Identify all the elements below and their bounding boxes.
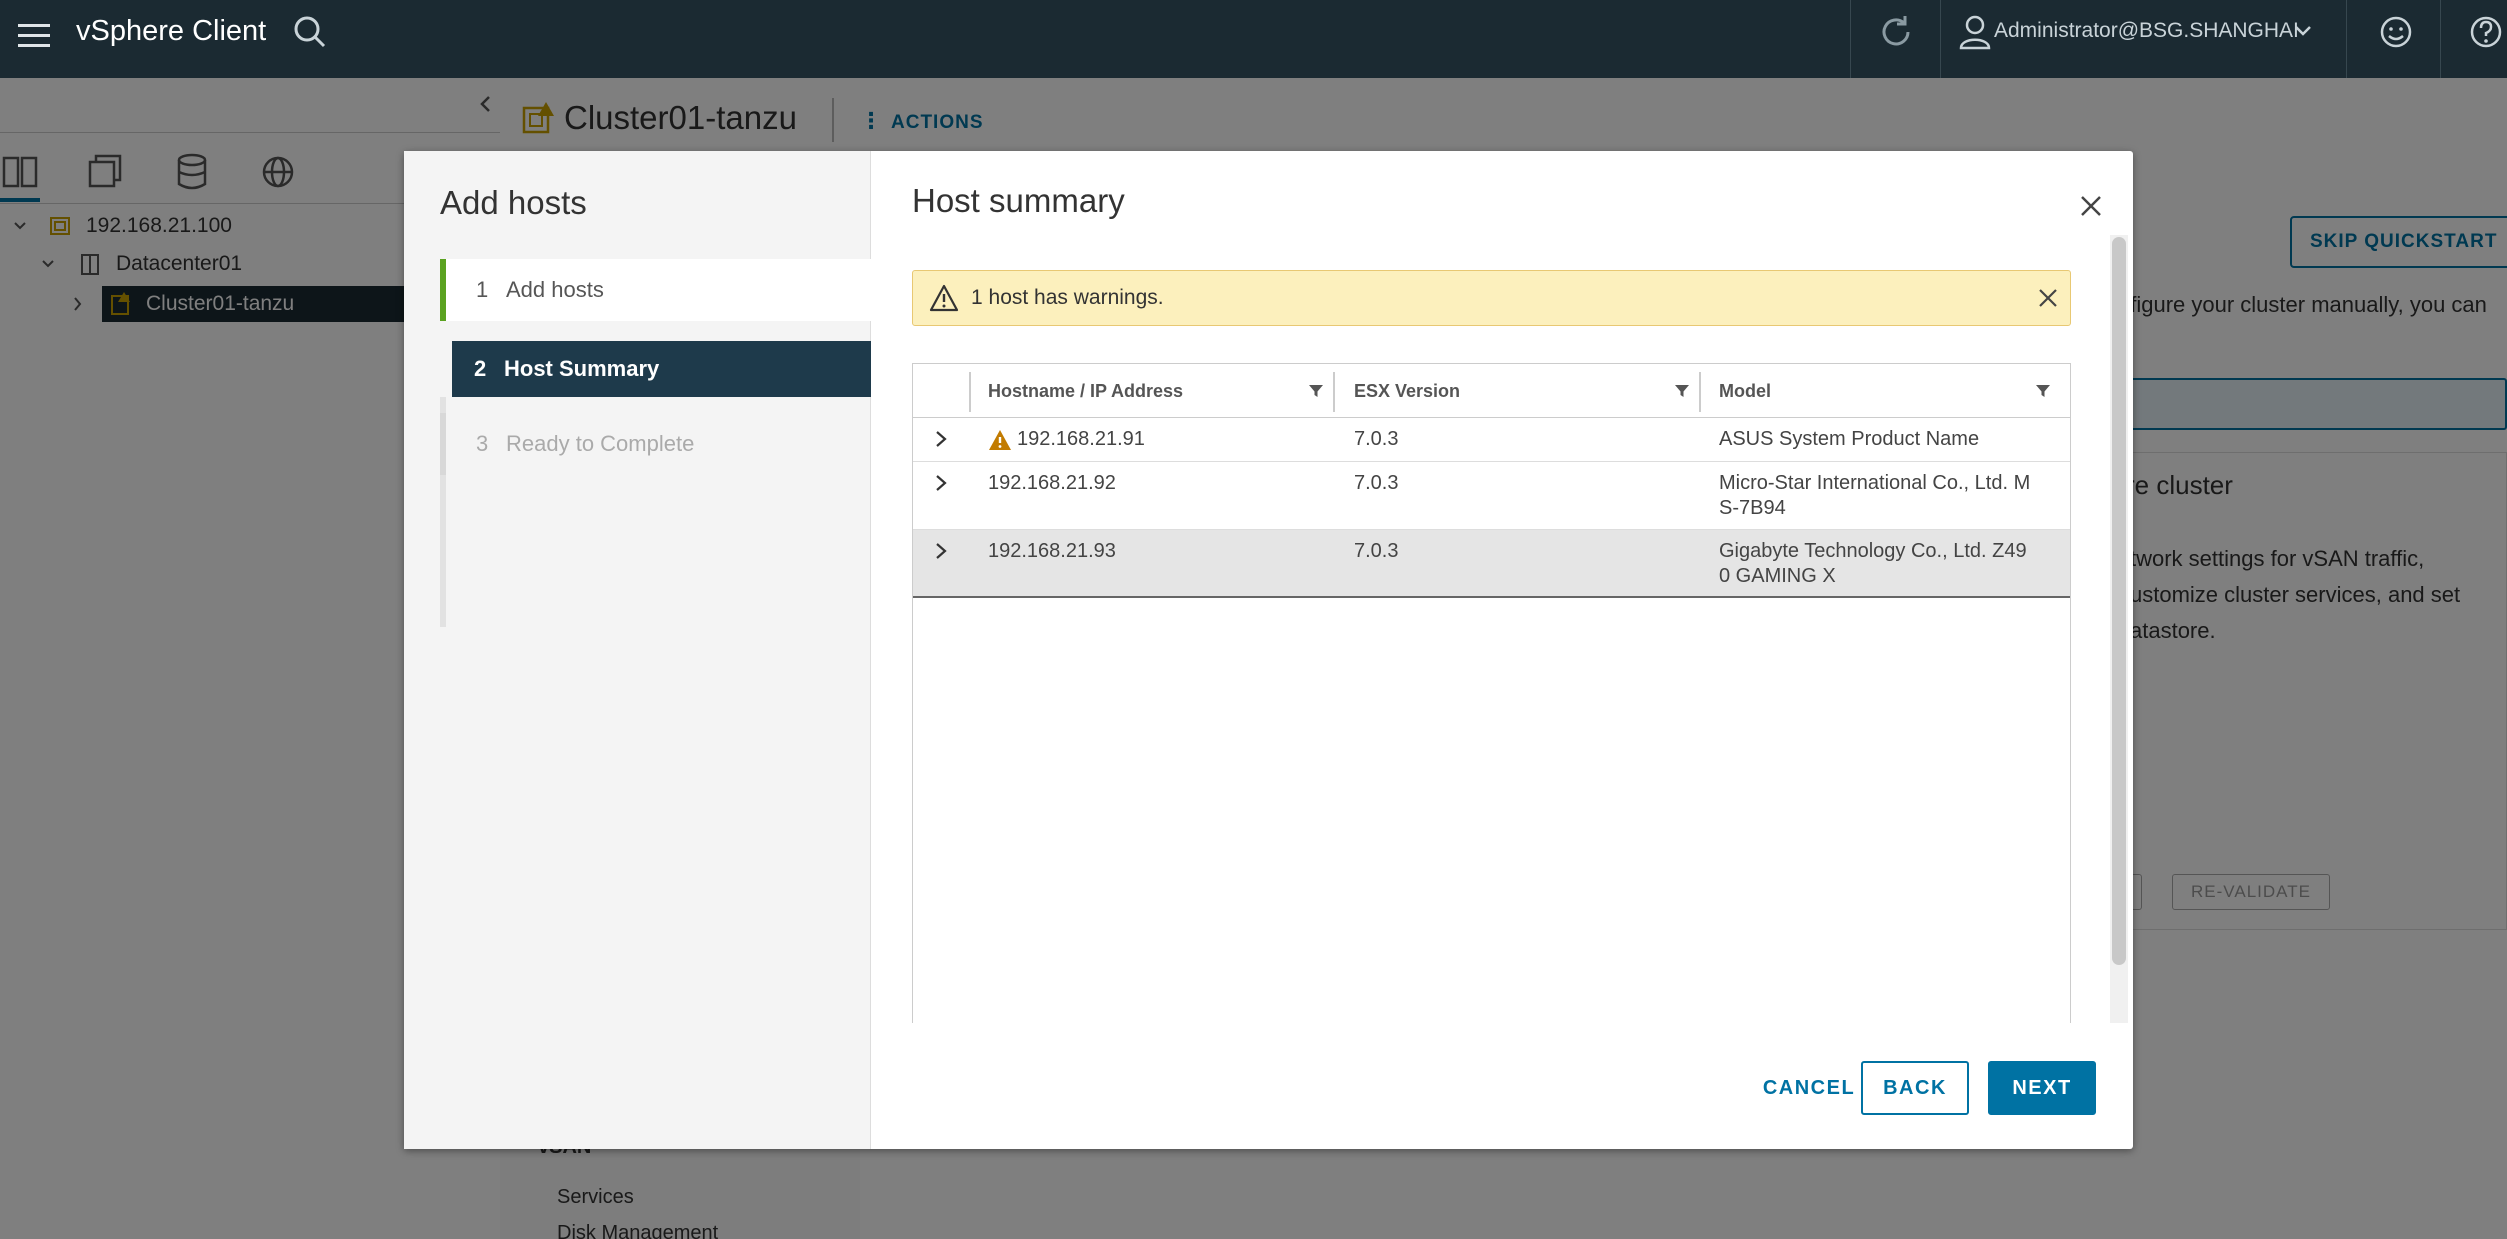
- table-row[interactable]: 192.168.21.92 7.0.3 Micro-Star Internati…: [913, 462, 2070, 530]
- warning-icon: [929, 283, 959, 313]
- column-divider[interactable]: [1699, 372, 1701, 412]
- table-row[interactable]: 192.168.21.91 7.0.3 ASUS System Product …: [913, 418, 2070, 462]
- column-header-hostname[interactable]: Hostname / IP Address: [988, 364, 1183, 418]
- scrollbar-thumb[interactable]: [2112, 237, 2126, 965]
- app-title[interactable]: vSphere Client: [76, 14, 266, 48]
- model-cell: ASUS System Product Name: [1719, 428, 1980, 450]
- esx-version-cell: 7.0.3: [1354, 540, 1399, 562]
- hostname-cell: 192.168.21.93: [988, 540, 1116, 562]
- column-divider: [969, 372, 971, 412]
- wizard-title: Add hosts: [440, 184, 587, 221]
- model-cell-continued: S-7B94: [1719, 497, 1786, 519]
- expand-row-icon[interactable]: [931, 429, 951, 449]
- header-divider: [1850, 0, 1851, 78]
- next-button[interactable]: NEXT: [1988, 1061, 2096, 1115]
- warning-icon: [988, 428, 1012, 452]
- column-divider[interactable]: [1333, 372, 1335, 412]
- wizard-steps-panel: Add hosts 1 Add hosts 2 Host Summary 3 R…: [404, 151, 871, 1149]
- chevron-down-icon[interactable]: [2292, 20, 2314, 42]
- column-header-esx-version[interactable]: ESX Version: [1354, 364, 1460, 418]
- model-cell-continued: 0 GAMING X: [1719, 565, 1836, 587]
- step-label: Ready to Complete: [506, 431, 695, 456]
- step-ready-to-complete: 3 Ready to Complete: [440, 413, 871, 475]
- step-add-hosts[interactable]: 1 Add hosts: [440, 259, 871, 321]
- esx-version-cell: 7.0.3: [1354, 472, 1399, 494]
- step-number: 1: [476, 277, 489, 302]
- expand-row-icon[interactable]: [931, 541, 951, 561]
- host-summary-grid: Hostname / IP Address ESX Version Model: [912, 363, 2071, 1023]
- page-title: Host summary: [912, 182, 1125, 219]
- close-alert-icon[interactable]: [2035, 285, 2061, 311]
- filter-icon[interactable]: [2035, 383, 2051, 399]
- esx-version-cell: 7.0.3: [1354, 428, 1399, 450]
- smiley-feedback-icon[interactable]: [2376, 12, 2416, 52]
- expand-row-icon[interactable]: [931, 473, 951, 493]
- filter-icon[interactable]: [1674, 383, 1690, 399]
- grid-header: Hostname / IP Address ESX Version Model: [913, 364, 2070, 418]
- model-cell: Gigabyte Technology Co., Ltd. Z49: [1719, 540, 2027, 562]
- step-number: 2: [474, 356, 487, 381]
- help-icon[interactable]: [2466, 12, 2506, 52]
- header-divider: [2346, 0, 2347, 78]
- model-cell: Micro-Star International Co., Ltd. M: [1719, 472, 2031, 494]
- header-divider: [1940, 0, 1941, 78]
- refresh-icon[interactable]: [1876, 12, 1916, 52]
- top-header: vSphere Client Administrator@BSG.SHANGHA…: [0, 0, 2507, 78]
- back-button[interactable]: BACK: [1861, 1061, 1969, 1115]
- hostname-cell: 192.168.21.92: [988, 472, 1116, 494]
- step-number: 3: [476, 431, 489, 456]
- alert-text: 1 host has warnings.: [971, 286, 1164, 309]
- user-menu[interactable]: Administrator@BSG.SHANGHAI: [1994, 18, 2299, 44]
- add-hosts-dialog: Add hosts 1 Add hosts 2 Host Summary 3 R…: [404, 151, 2133, 1149]
- hostname-cell: 192.168.21.91: [1017, 428, 1145, 450]
- user-icon[interactable]: [1958, 12, 1992, 52]
- filter-icon[interactable]: [1308, 383, 1324, 399]
- header-divider: [2440, 0, 2441, 78]
- step-label: Host Summary: [504, 356, 660, 381]
- warning-alert: 1 host has warnings.: [912, 270, 2071, 326]
- close-icon[interactable]: [2076, 191, 2106, 221]
- search-icon[interactable]: [290, 12, 330, 52]
- table-row[interactable]: 192.168.21.93 7.0.3 Gigabyte Technology …: [913, 530, 2070, 598]
- hamburger-menu-icon[interactable]: [14, 16, 54, 56]
- column-header-model[interactable]: Model: [1719, 364, 1771, 418]
- step-label: Add hosts: [506, 277, 604, 302]
- step-host-summary[interactable]: 2 Host Summary: [452, 341, 871, 397]
